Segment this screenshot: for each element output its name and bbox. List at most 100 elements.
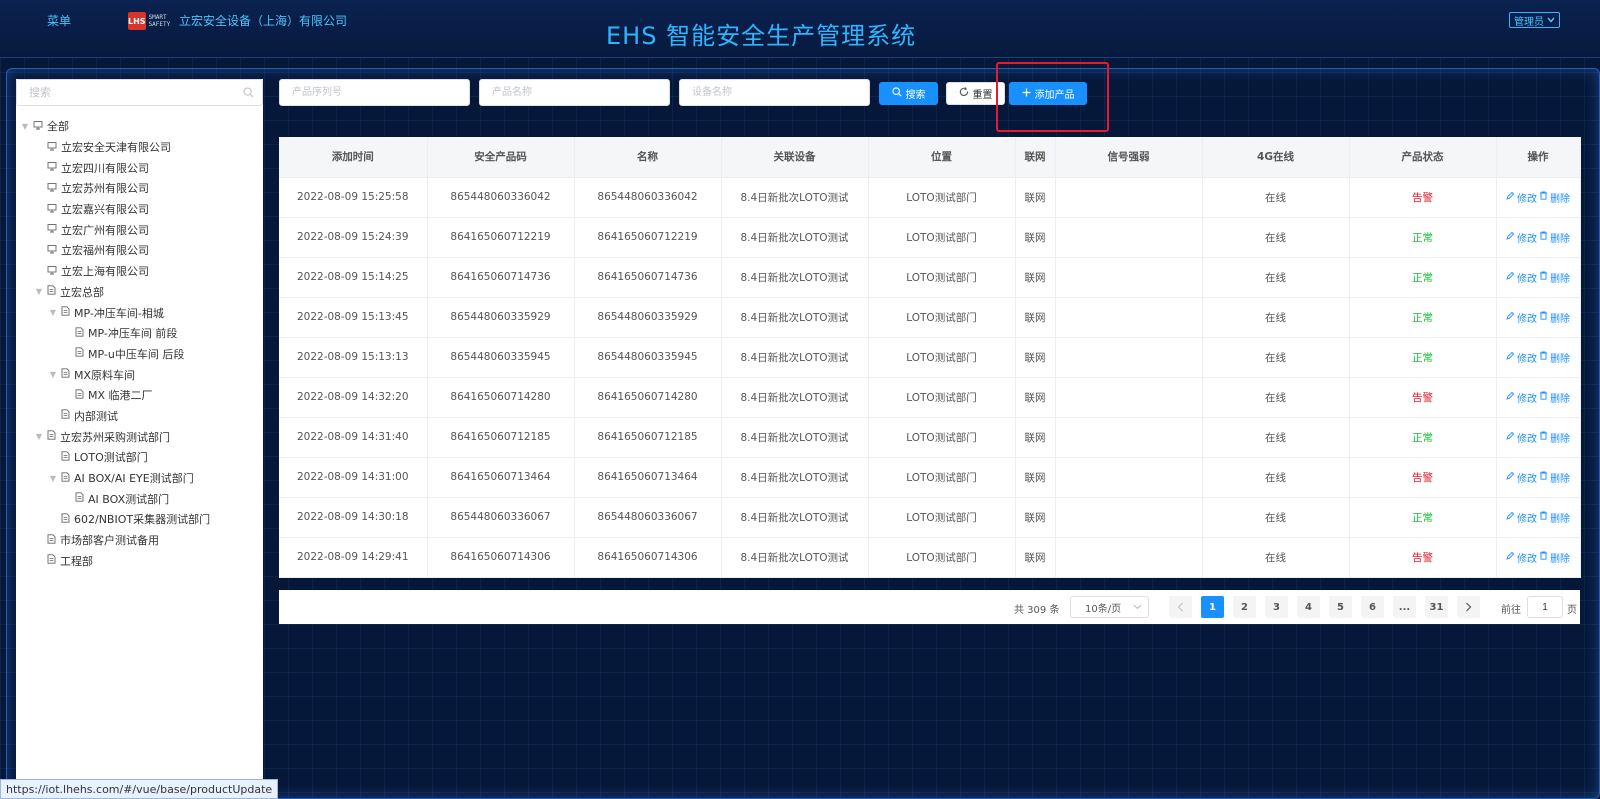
edit-link[interactable]: 修改 bbox=[1506, 230, 1537, 245]
page-number-button[interactable]: 4 bbox=[1297, 596, 1320, 618]
tree-node[interactable]: 工程部 bbox=[16, 550, 263, 571]
edit-link[interactable]: 修改 bbox=[1506, 270, 1537, 285]
tree-node[interactable]: 602/NBIOT采集器测试部门 bbox=[16, 509, 263, 530]
edit-label: 修改 bbox=[1517, 273, 1537, 285]
tree-node[interactable]: ▼ 全部 bbox=[16, 116, 263, 137]
chevron-left-icon bbox=[1177, 602, 1183, 612]
page-number-button[interactable]: 6 bbox=[1361, 596, 1384, 618]
tree-node[interactable]: LOTO测试部门 bbox=[16, 447, 263, 468]
next-page-button[interactable] bbox=[1457, 596, 1480, 618]
cell-time: 2022-08-09 15:25:58 bbox=[279, 177, 428, 218]
trash-icon bbox=[1539, 271, 1548, 283]
goto-page-input[interactable] bbox=[1527, 596, 1563, 618]
document-icon bbox=[61, 306, 70, 319]
device-field bbox=[679, 79, 870, 106]
caret-down-icon[interactable]: ▼ bbox=[48, 308, 58, 317]
cell-location: LOTO测试部门 bbox=[868, 377, 1016, 418]
page-number-button[interactable]: 3 bbox=[1265, 596, 1288, 618]
tree-node[interactable]: 立宏福州有限公司 bbox=[16, 240, 263, 261]
top-bar: 菜单 LHS SMART SAFETY 立宏安全设备（上海）有限公司 EHS 智… bbox=[0, 0, 1600, 58]
reset-button[interactable]: 重置 bbox=[946, 82, 1005, 105]
device-name-input[interactable] bbox=[680, 80, 869, 105]
product-name-input[interactable] bbox=[480, 80, 669, 105]
document-icon bbox=[75, 327, 84, 340]
delete-link[interactable]: 删除 bbox=[1539, 230, 1570, 245]
tree-node[interactable]: ▼ 立宏苏州采购测试部门 bbox=[16, 426, 263, 447]
tree-search-input[interactable] bbox=[17, 80, 262, 105]
caret-down-icon[interactable]: ▼ bbox=[48, 474, 58, 483]
cell-name: 865448060335929 bbox=[574, 297, 722, 338]
tree-node[interactable]: 立宏广州有限公司 bbox=[16, 219, 263, 240]
edit-link[interactable]: 修改 bbox=[1506, 470, 1537, 485]
page-number-button[interactable]: 2 bbox=[1233, 596, 1256, 618]
delete-label: 删除 bbox=[1550, 513, 1570, 525]
cell-name: 864165060712185 bbox=[574, 417, 722, 458]
tree-node-label: 工程部 bbox=[60, 554, 93, 568]
tree-node[interactable]: ▼ MP-冲压车间-相城 bbox=[16, 302, 263, 323]
tree-node[interactable]: ▼ AI BOX/AI EYE测试部门 bbox=[16, 468, 263, 489]
delete-label: 删除 bbox=[1550, 193, 1570, 205]
cell-device: 8.4日新批次LOTO测试 bbox=[721, 417, 869, 458]
tree-node[interactable]: MP-冲压车间 前段 bbox=[16, 323, 263, 344]
delete-link[interactable]: 删除 bbox=[1539, 310, 1570, 325]
edit-link[interactable]: 修改 bbox=[1506, 350, 1537, 365]
page-size-select[interactable]: 10条/页 bbox=[1070, 596, 1149, 618]
caret-down-icon[interactable]: ▼ bbox=[48, 370, 58, 379]
tree-node-label: 立宏苏州有限公司 bbox=[61, 182, 149, 196]
edit-link[interactable]: 修改 bbox=[1506, 310, 1537, 325]
column-header: 安全产品码 bbox=[427, 137, 575, 178]
delete-link[interactable]: 删除 bbox=[1539, 550, 1570, 565]
delete-link[interactable]: 删除 bbox=[1539, 470, 1570, 485]
tree-node[interactable]: 立宏苏州有限公司 bbox=[16, 178, 263, 199]
cell-location: LOTO测试部门 bbox=[868, 297, 1016, 338]
admin-dropdown[interactable]: 管理员 bbox=[1509, 12, 1560, 28]
tree-node-label: 立宏上海有限公司 bbox=[61, 265, 149, 279]
delete-link[interactable]: 删除 bbox=[1539, 510, 1570, 525]
page-number-button[interactable]: 1 bbox=[1201, 596, 1224, 618]
edit-link[interactable]: 修改 bbox=[1506, 190, 1537, 205]
menu-button[interactable]: 菜单 bbox=[47, 12, 71, 29]
tree-node[interactable]: ▼ MX原料车间 bbox=[16, 364, 263, 385]
cell-status: 正常 bbox=[1349, 417, 1497, 458]
page-number-button[interactable]: 31 bbox=[1425, 596, 1448, 618]
edit-link[interactable]: 修改 bbox=[1506, 430, 1537, 445]
tree-node[interactable]: MX 临港二厂 bbox=[16, 385, 263, 406]
delete-link[interactable]: 删除 bbox=[1539, 350, 1570, 365]
tree-node[interactable]: 市场部客户测试备用 bbox=[16, 530, 263, 551]
tree-node-label: MX 临港二厂 bbox=[88, 389, 153, 403]
search-button[interactable]: 搜索 bbox=[879, 82, 938, 105]
delete-link[interactable]: 删除 bbox=[1539, 190, 1570, 205]
tree-node[interactable]: 立宏上海有限公司 bbox=[16, 261, 263, 282]
goto-label: 前往 bbox=[1501, 605, 1521, 616]
edit-label: 修改 bbox=[1517, 313, 1537, 325]
tree-node[interactable]: ▼ 立宏总部 bbox=[16, 282, 263, 303]
delete-label: 删除 bbox=[1550, 553, 1570, 565]
tree-node[interactable]: 立宏四川有限公司 bbox=[16, 157, 263, 178]
company-logo: LHS SMART SAFETY bbox=[128, 11, 175, 31]
tree-node[interactable]: 内部测试 bbox=[16, 406, 263, 427]
edit-link[interactable]: 修改 bbox=[1506, 510, 1537, 525]
prev-page-button[interactable] bbox=[1169, 596, 1192, 618]
cell-location: LOTO测试部门 bbox=[868, 177, 1016, 218]
search-icon[interactable] bbox=[243, 87, 254, 101]
document-icon bbox=[47, 533, 56, 547]
edit-link[interactable]: 修改 bbox=[1506, 390, 1537, 405]
delete-link[interactable]: 删除 bbox=[1539, 430, 1570, 445]
serial-input[interactable] bbox=[280, 80, 469, 105]
delete-link[interactable]: 删除 bbox=[1539, 270, 1570, 285]
delete-link[interactable]: 删除 bbox=[1539, 390, 1570, 405]
company-name: 立宏安全设备（上海）有限公司 bbox=[179, 14, 348, 28]
more-pages-button[interactable]: ... bbox=[1393, 596, 1416, 618]
caret-down-icon[interactable]: ▼ bbox=[34, 432, 44, 441]
edit-icon bbox=[1506, 431, 1515, 443]
edit-link[interactable]: 修改 bbox=[1506, 550, 1537, 565]
edit-label: 修改 bbox=[1517, 193, 1537, 205]
caret-down-icon[interactable]: ▼ bbox=[34, 287, 44, 296]
caret-down-icon[interactable]: ▼ bbox=[20, 122, 30, 131]
tree-node[interactable]: AI BOX测试部门 bbox=[16, 488, 263, 509]
tree-node[interactable]: 立宏安全天津有限公司 bbox=[16, 137, 263, 158]
tree-node[interactable]: MP-u中压车间 后段 bbox=[16, 344, 263, 365]
page-number-button[interactable]: 5 bbox=[1329, 596, 1352, 618]
add-product-button[interactable]: 添加产品 bbox=[1009, 82, 1087, 105]
tree-node[interactable]: 立宏嘉兴有限公司 bbox=[16, 199, 263, 220]
